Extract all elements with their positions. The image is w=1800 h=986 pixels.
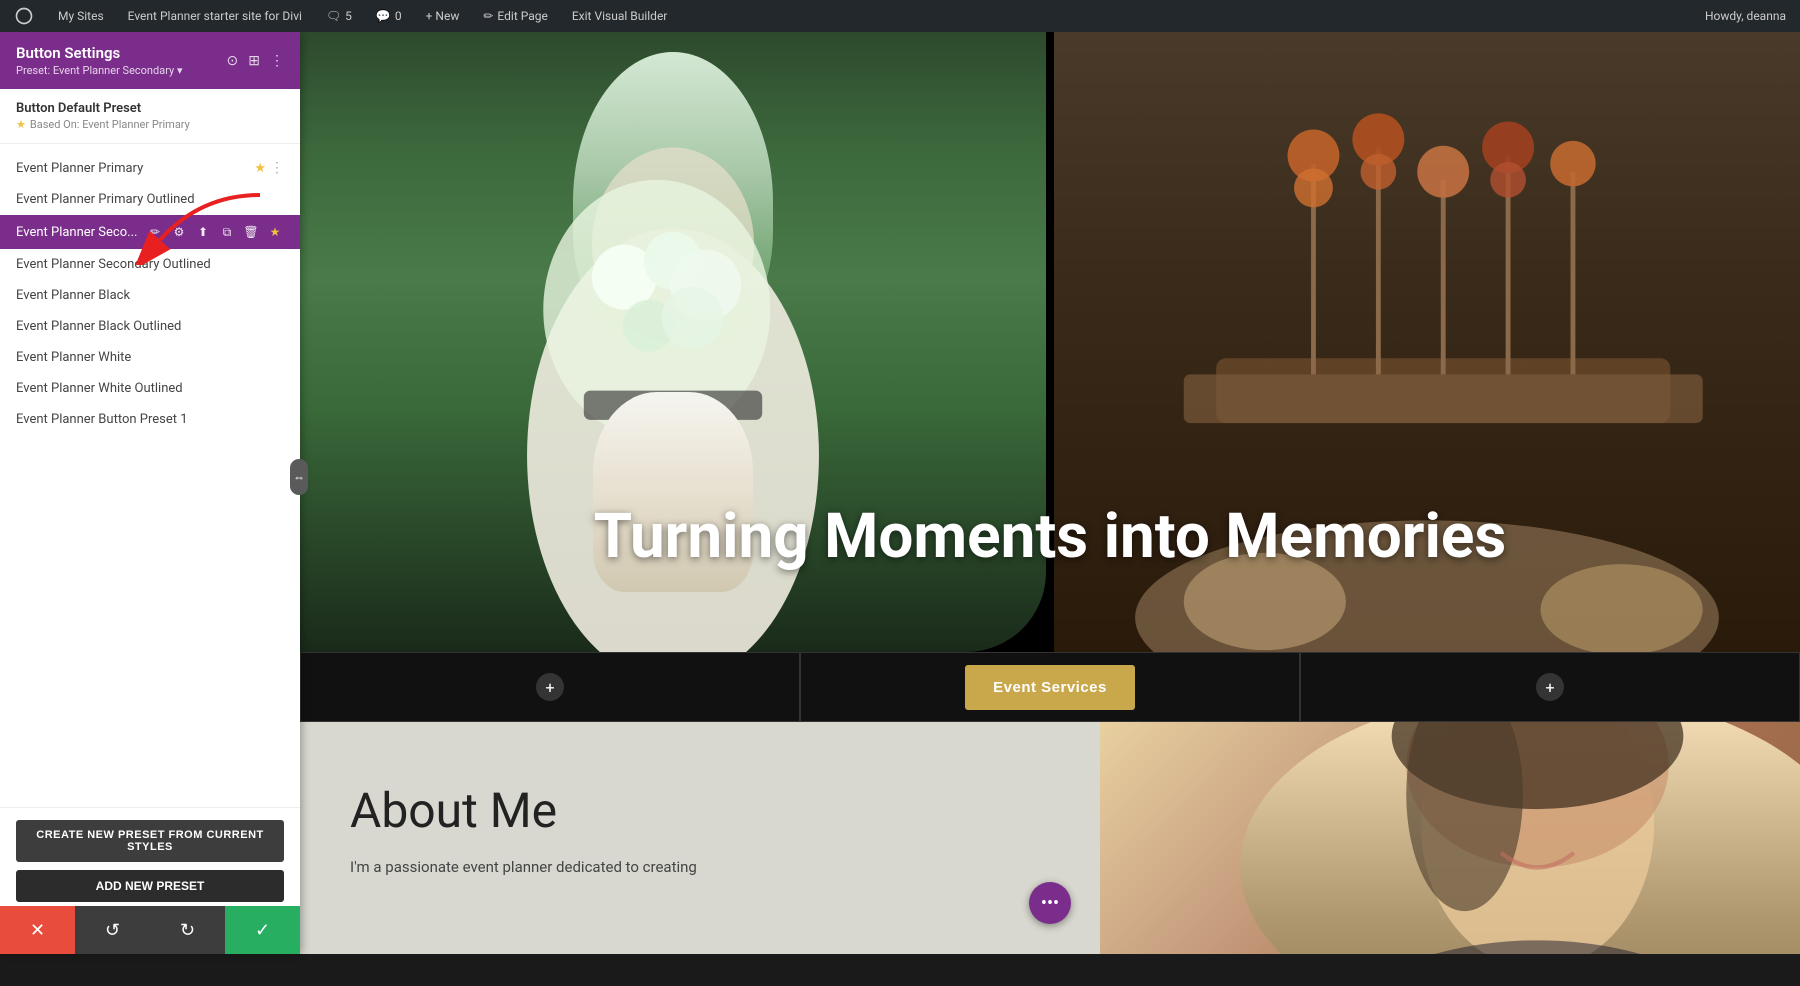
preset-actions-ep-secondary: ✏ ⚙ ⬆ ⧉ 🗑 ★ <box>146 223 284 241</box>
add-module-left-btn[interactable]: + <box>536 673 564 701</box>
preset-copy-icon[interactable]: ⧉ <box>218 223 236 241</box>
preset-item-ep-button-preset-1[interactable]: Event Planner Button Preset 1 <box>0 404 300 435</box>
about-section: About Me I'm a passionate event planner … <box>300 722 1800 954</box>
preset-item-ep-secondary[interactable]: Event Planner Seco... ✏ ⚙ ⬆ ⧉ 🗑 ★ <box>0 215 300 249</box>
comment-count-btn[interactable]: 🗨 5 <box>320 0 358 32</box>
preset-selector[interactable]: Preset: Event Planner Secondary ▾ <box>16 64 182 77</box>
add-module-right-btn[interactable]: + <box>1536 673 1564 701</box>
preset-dots-ep-primary[interactable]: ⋮ <box>270 160 284 176</box>
fab-dots-icon: ••• <box>1041 893 1059 914</box>
preview-canvas: Turning Moments into Memories + Event Se… <box>300 32 1800 954</box>
wp-logo-btn[interactable] <box>8 0 40 32</box>
preset-item-ep-white[interactable]: Event Planner White <box>0 342 300 373</box>
about-text-column: About Me I'm a passionate event planner … <box>300 722 1100 954</box>
panel-header-icons: ⊙ ⊞ ⋮ <box>227 53 284 69</box>
admin-bar: My Sites Event Planner starter site for … <box>0 0 1800 32</box>
cta-section-left: + <box>300 652 800 722</box>
undo-icon: ↺ <box>105 920 120 941</box>
hero-title: Turning Moments into Memories <box>300 501 1800 572</box>
default-preset-subtitle: ★ Based On: Event Planner Primary <box>16 118 284 131</box>
bubble-icon: 🗨 <box>326 9 341 23</box>
site-name-btn[interactable]: Event Planner starter site for Divi <box>122 0 308 32</box>
default-preset-title: Button Default Preset <box>16 101 284 116</box>
star-icon: ★ <box>16 118 26 131</box>
edit-page-btn[interactable]: ✏ Edit Page <box>477 0 554 32</box>
panel-title: Button Settings <box>16 44 182 62</box>
preset-list: Event Planner Primary ★ ⋮ Event Planner … <box>0 144 300 807</box>
exit-builder-btn[interactable]: Exit Visual Builder <box>566 0 674 32</box>
preset-item-ep-white-outlined[interactable]: Event Planner White Outlined <box>0 373 300 404</box>
button-settings-panel: Button Settings Preset: Event Planner Se… <box>0 32 300 954</box>
preset-delete-icon[interactable]: 🗑 <box>242 223 260 241</box>
add-preset-button[interactable]: ADD NEW PRESET <box>16 870 284 902</box>
preset-item-ep-black[interactable]: Event Planner Black <box>0 280 300 311</box>
preset-edit-icon[interactable]: ✏ <box>146 223 164 241</box>
about-image-column <box>1100 722 1800 954</box>
preset-item-ep-black-outlined[interactable]: Event Planner Black Outlined <box>0 311 300 342</box>
comment-icon: 💬 <box>376 9 391 23</box>
fab-button[interactable]: ••• <box>1029 882 1071 924</box>
save-button[interactable]: ✓ <box>225 906 300 954</box>
user-menu-btn[interactable]: Howdy, deanna <box>1699 0 1792 32</box>
comment-zero-btn[interactable]: 💬 0 <box>370 0 408 32</box>
panel-resize-handle[interactable]: ⇔ <box>290 459 308 495</box>
cta-bar: + Event Services + <box>300 652 1800 722</box>
panel-grid-icon[interactable]: ⊞ <box>248 53 260 69</box>
panel-header-info: Button Settings Preset: Event Planner Se… <box>16 44 182 77</box>
panel-header: Button Settings Preset: Event Planner Se… <box>0 32 300 89</box>
preset-star-ep-primary: ★ <box>254 161 266 176</box>
redo-icon: ↻ <box>180 920 195 941</box>
about-title: About Me <box>350 782 1050 839</box>
redo-button[interactable]: ↻ <box>150 906 225 954</box>
close-icon: ✕ <box>30 920 45 941</box>
preset-buttons-section: CREATE NEW PRESET FROM CURRENT STYLES AD… <box>0 807 300 914</box>
hero-section: Turning Moments into Memories <box>300 32 1800 652</box>
preset-item-ep-primary-outlined[interactable]: Event Planner Primary Outlined <box>0 184 300 215</box>
panel-settings-icon[interactable]: ⊙ <box>227 53 239 69</box>
preset-star-icon[interactable]: ★ <box>266 223 284 241</box>
cta-section-right: + <box>1300 652 1800 722</box>
my-sites-btn[interactable]: My Sites <box>52 0 110 32</box>
preset-item-ep-primary[interactable]: Event Planner Primary ★ ⋮ <box>0 152 300 184</box>
event-services-button[interactable]: Event Services <box>965 665 1135 710</box>
create-preset-button[interactable]: CREATE NEW PRESET FROM CURRENT STYLES <box>16 820 284 862</box>
preset-upload-icon[interactable]: ⬆ <box>194 223 212 241</box>
edit-icon: ✏ <box>483 9 493 23</box>
cta-section-center: Event Services <box>800 652 1300 722</box>
new-page-btn[interactable]: + New <box>420 0 466 32</box>
about-text: I'm a passionate event planner dedicated… <box>350 855 1050 879</box>
bottom-toolbar: ✕ ↺ ↻ ✓ <box>0 906 300 954</box>
preset-item-ep-secondary-outlined[interactable]: Event Planner Secondary Outlined <box>0 249 300 280</box>
preset-settings-icon[interactable]: ⚙ <box>170 223 188 241</box>
default-preset-section: Button Default Preset ★ Based On: Event … <box>0 89 300 144</box>
close-button[interactable]: ✕ <box>0 906 75 954</box>
undo-button[interactable]: ↺ <box>75 906 150 954</box>
website-preview: Turning Moments into Memories + Event Se… <box>300 32 1800 954</box>
hero-text: Turning Moments into Memories <box>300 501 1800 572</box>
save-icon: ✓ <box>255 920 270 941</box>
panel-more-icon[interactable]: ⋮ <box>270 53 284 69</box>
